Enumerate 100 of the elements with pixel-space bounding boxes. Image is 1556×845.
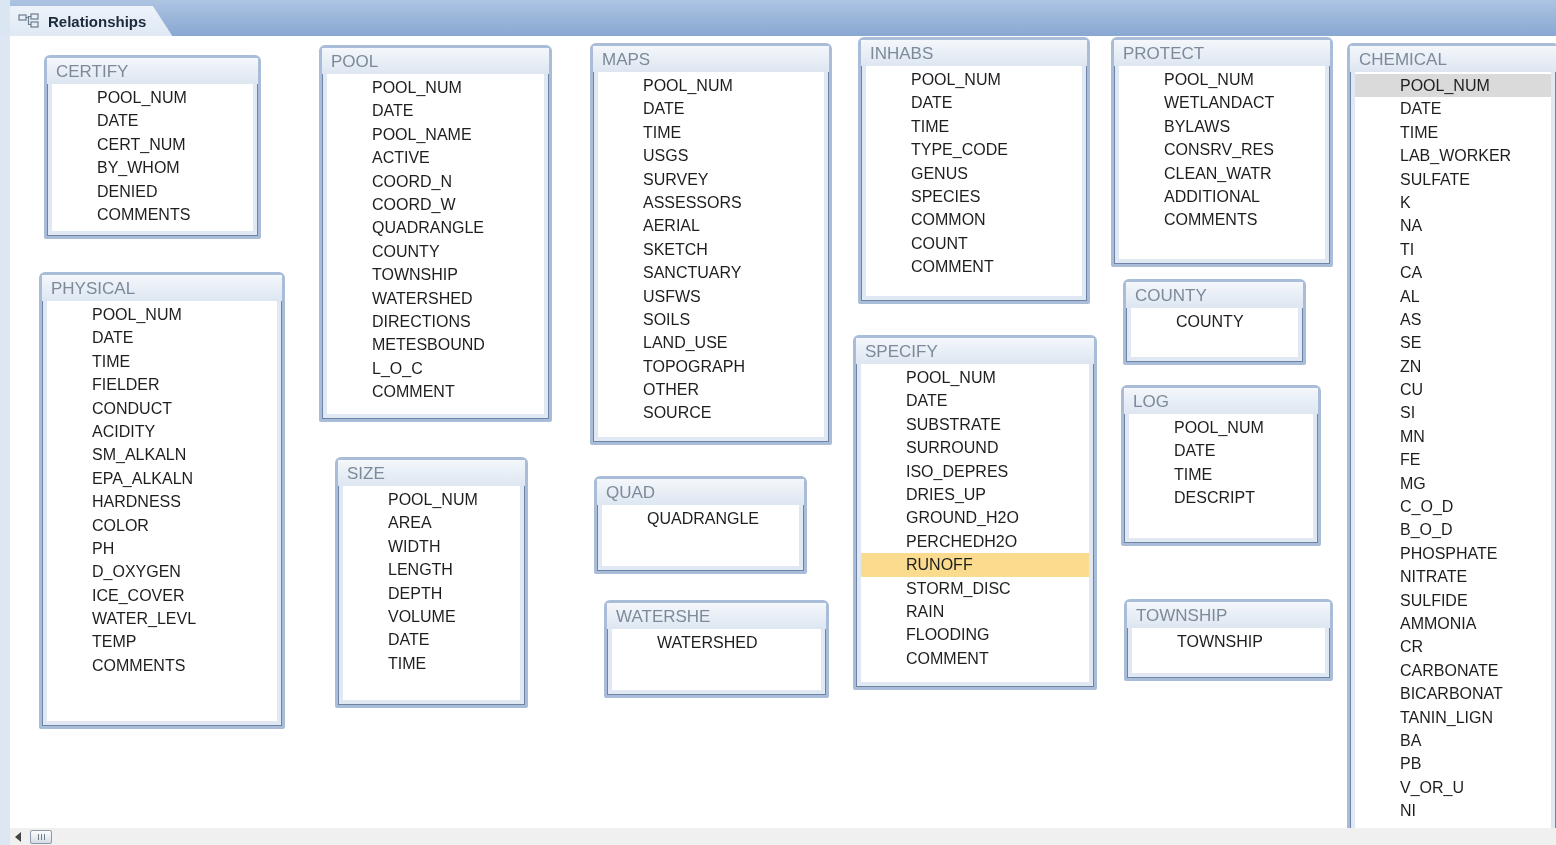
- field-item[interactable]: TYPE_CODE: [866, 138, 1082, 162]
- field-item[interactable]: SURROUND: [861, 436, 1089, 460]
- field-item[interactable]: FE: [1355, 448, 1551, 472]
- field-item[interactable]: D_OXYGEN: [47, 560, 277, 584]
- field-item[interactable]: POOL_NUM: [343, 488, 520, 512]
- field-item[interactable]: PB: [1355, 752, 1551, 776]
- field-item[interactable]: AL: [1355, 284, 1551, 308]
- field-item[interactable]: CONSRV_RES: [1119, 138, 1325, 162]
- field-item[interactable]: DATE: [1129, 439, 1313, 463]
- field-item[interactable]: LAND_USE: [598, 331, 824, 355]
- field-item[interactable]: SUBSTRATE: [861, 412, 1089, 437]
- table-window[interactable]: MAPS POOL_NUM DATE TIME USGS SURVEY ASSESSORS AERIAL SKETCH SANCTUARY USFWS SOILS LAND_USE TOPOGRAPH OTHER SOURCE: [590, 43, 832, 445]
- field-item[interactable]: COORD_N: [327, 169, 544, 193]
- field-item[interactable]: RUNOFF: [861, 553, 1089, 577]
- field-item[interactable]: QUADRANGLE: [327, 216, 544, 240]
- table-window[interactable]: COUNTY COUNTY: [1123, 279, 1306, 365]
- table-window[interactable]: SIZE POOL_NUM AREA WIDTH LENGTH DEPTH VOLUME DATE TIME: [335, 457, 528, 708]
- field-item[interactable]: TANIN_LIGN: [1355, 705, 1551, 729]
- field-item[interactable]: BICARBONAT: [1355, 682, 1551, 706]
- field-item[interactable]: COMMENT: [861, 646, 1089, 671]
- field-item[interactable]: COORD_W: [327, 192, 544, 217]
- field-item[interactable]: POOL_NUM: [327, 76, 544, 100]
- field-item[interactable]: WATERSHED: [327, 286, 544, 310]
- field-item[interactable]: SPECIES: [866, 184, 1082, 209]
- field-item[interactable]: POOL_NUM: [1119, 68, 1325, 92]
- field-item[interactable]: DIRECTIONS: [327, 309, 544, 334]
- table-window[interactable]: PHYSICAL POOL_NUM DATE TIME FIELDER CONDUCT ACIDITY SM_ALKALN EPA_ALKALN HARDNESS COLOR PH D_OXYGEN ICE_COVER WATER_LEVL TEMP COMMENTS: [39, 272, 285, 729]
- field-item[interactable]: USFWS: [598, 284, 824, 308]
- field-item[interactable]: COMMENT: [866, 255, 1082, 279]
- relationships-tab[interactable]: Relationships: [10, 6, 173, 36]
- field-item[interactable]: FIELDER: [47, 373, 277, 397]
- field-item[interactable]: POOL_NUM: [52, 86, 253, 110]
- field-item[interactable]: CU: [1355, 378, 1551, 402]
- field-item[interactable]: SI: [1355, 401, 1551, 425]
- field-item[interactable]: SURVEY: [598, 167, 824, 191]
- field-item[interactable]: DEPTH: [343, 581, 520, 605]
- field-item[interactable]: FLOODING: [861, 623, 1089, 647]
- field-item[interactable]: POOL_NAME: [327, 122, 544, 147]
- field-item[interactable]: POOL_NUM: [1129, 416, 1313, 440]
- field-item[interactable]: COUNTY: [327, 239, 544, 264]
- field-item[interactable]: CERT_NUM: [52, 132, 253, 157]
- field-item[interactable]: L_O_C: [327, 356, 544, 381]
- table-window[interactable]: CERTIFY POOL_NUM DATE CERT_NUM BY_WHOM DENIED COMMENTS: [44, 55, 261, 239]
- field-item[interactable]: SULFIDE: [1355, 588, 1551, 612]
- field-item[interactable]: ASSESSORS: [598, 190, 824, 215]
- field-item[interactable]: SOURCE: [598, 401, 824, 425]
- field-item[interactable]: POOL_NUM: [861, 366, 1089, 390]
- field-item[interactable]: GROUND_H2O: [861, 506, 1089, 530]
- field-item[interactable]: PH: [47, 536, 277, 561]
- field-item[interactable]: COMMENTS: [1119, 208, 1325, 232]
- field-item[interactable]: PHOSPHATE: [1355, 541, 1551, 566]
- field-item[interactable]: AMMONIA: [1355, 612, 1551, 636]
- field-item[interactable]: TOWNSHIP: [327, 263, 544, 287]
- field-item[interactable]: SKETCH: [598, 237, 824, 262]
- field-item[interactable]: METESBOUND: [327, 333, 544, 357]
- field-item[interactable]: TIME: [343, 651, 520, 676]
- field-item[interactable]: COMMON: [866, 208, 1082, 232]
- field-item[interactable]: ADDITIONAL: [1119, 184, 1325, 209]
- field-item[interactable]: COUNT: [866, 231, 1082, 256]
- field-item[interactable]: CLEAN_WATR: [1119, 161, 1325, 185]
- field-item[interactable]: SE: [1355, 331, 1551, 355]
- field-item[interactable]: TIME: [1355, 120, 1551, 145]
- field-item[interactable]: CR: [1355, 635, 1551, 659]
- field-item[interactable]: PERCHEDH2O: [861, 529, 1089, 554]
- field-item[interactable]: V_OR_U: [1355, 775, 1551, 800]
- field-item[interactable]: STORM_DISC: [861, 576, 1089, 600]
- field-item[interactable]: AREA: [343, 511, 520, 535]
- field-item[interactable]: SOILS: [598, 307, 824, 332]
- field-item[interactable]: NA: [1355, 214, 1551, 238]
- scrollbar-thumb[interactable]: [30, 829, 52, 844]
- field-item[interactable]: NI: [1355, 799, 1551, 823]
- field-item[interactable]: TI: [1355, 237, 1551, 262]
- field-item[interactable]: DENIED: [52, 179, 253, 203]
- table-window[interactable]: TOWNSHIP TOWNSHIP: [1124, 599, 1333, 681]
- field-item[interactable]: DATE: [861, 389, 1089, 413]
- field-item[interactable]: ISO_DEPRES: [861, 459, 1089, 483]
- field-item[interactable]: ZN: [1355, 354, 1551, 379]
- field-item[interactable]: BYLAWS: [1119, 114, 1325, 139]
- field-item[interactable]: TIME: [1129, 462, 1313, 487]
- field-item[interactable]: TEMP: [47, 630, 277, 654]
- field-item[interactable]: DATE: [1355, 97, 1551, 121]
- table-window[interactable]: PROTECT POOL_NUM WETLANDACT BYLAWS CONSRV_RES CLEAN_WATR ADDITIONAL COMMENTS: [1111, 37, 1333, 267]
- field-item[interactable]: RAIN: [861, 599, 1089, 624]
- field-item[interactable]: POOL_NUM: [598, 74, 824, 98]
- field-item[interactable]: DATE: [598, 97, 824, 121]
- field-item[interactable]: SM_ALKALN: [47, 443, 277, 467]
- table-window[interactable]: WATERSHE WATERSHED: [604, 600, 829, 698]
- field-item[interactable]: CARBONATE: [1355, 658, 1551, 683]
- field-item[interactable]: COMMENT: [327, 380, 544, 404]
- field-item[interactable]: AERIAL: [598, 214, 824, 238]
- field-item[interactable]: K: [1355, 190, 1551, 215]
- field-item[interactable]: SANCTUARY: [598, 261, 824, 285]
- field-item[interactable]: LENGTH: [343, 558, 520, 582]
- field-item[interactable]: SULFATE: [1355, 167, 1551, 191]
- field-item[interactable]: ICE_COVER: [47, 583, 277, 608]
- field-item[interactable]: HARDNESS: [47, 490, 277, 514]
- field-item[interactable]: CA: [1355, 261, 1551, 285]
- field-item[interactable]: TIME: [47, 349, 277, 374]
- field-item[interactable]: MN: [1355, 424, 1551, 449]
- field-item[interactable]: POOL_NUM: [1355, 74, 1551, 98]
